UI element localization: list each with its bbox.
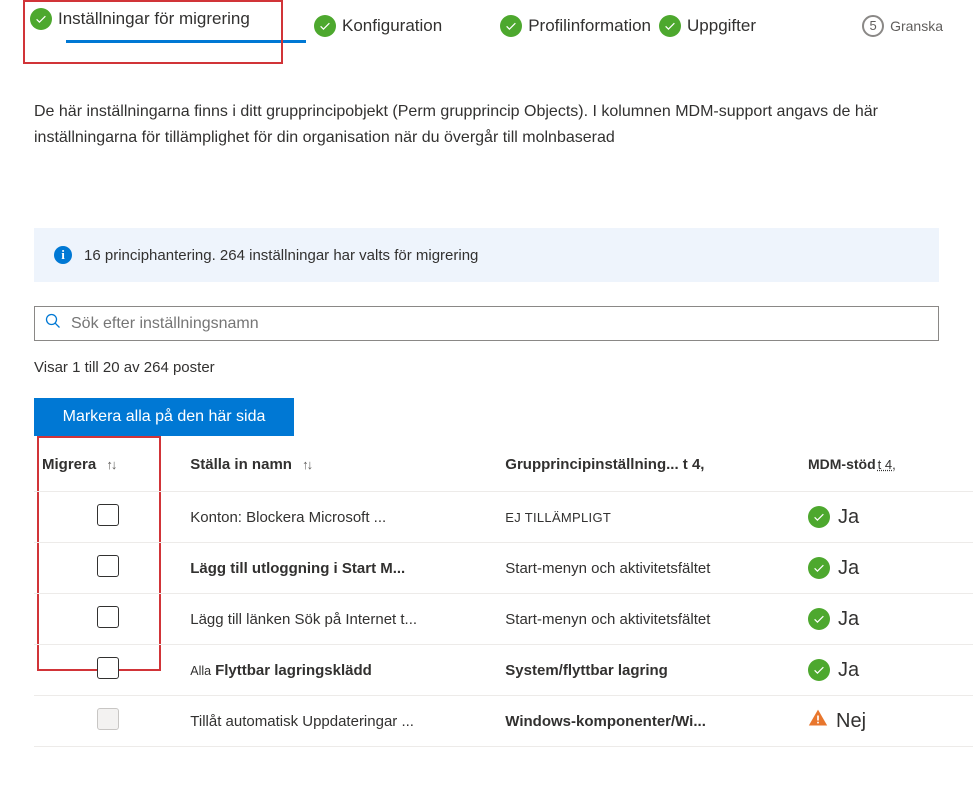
setting-name-cell[interactable]: Lägg till länken Sök på Internet t... [182,594,497,645]
name-prefix: Alla [190,664,211,678]
col-header-gp[interactable]: Grupprincipinställning... t 4, [497,444,800,492]
result-count: Visar 1 till 20 av 264 poster [34,359,939,376]
banner-text: principhantering. 264 inställningar har … [105,247,479,264]
migrate-checkbox [97,708,119,730]
wizard-steps: Inställningar för migrering Konfiguratio… [0,0,973,43]
select-all-button[interactable]: Markera alla på den här sida [34,398,294,436]
col-header-migrate[interactable]: Migrera ↑↓ [34,444,182,492]
migrate-checkbox[interactable] [97,504,119,526]
setting-name-cell[interactable]: Alla Flyttbar lagringsklädd [182,645,497,696]
banner-count: 16 [84,247,101,264]
search-input[interactable] [71,315,928,333]
gp-setting-cell: Start-menyn och aktivitetsfältet [497,594,800,645]
setting-name: Tillåt automatisk Uppdateringar ... [190,713,414,730]
migrate-checkbox[interactable] [97,555,119,577]
step-review[interactable]: 5 Granska [862,15,943,37]
check-icon [314,15,336,37]
mdm-value: Ja [838,608,859,631]
col-header-mdm[interactable]: MDM-stödt 4, [800,444,973,492]
mdm-support-cell: Ja [800,492,973,543]
setting-name: Lägg till utloggning i Start M... [190,560,405,577]
check-icon [808,557,830,579]
setting-name: Konton: Blockera Microsoft ... [190,509,386,526]
step-number-icon: 5 [862,15,884,37]
mdm-support-cell: Ja [800,645,973,696]
mdm-support-cell: Ja [800,543,973,594]
mdm-value: Nej [836,710,866,733]
check-icon [808,608,830,630]
step-label: Konfiguration [342,16,442,36]
table-row: Tillåt automatisk Uppdateringar ... Windo… [34,696,973,747]
search-box[interactable] [34,306,939,341]
check-icon [808,659,830,681]
search-icon [45,313,61,334]
mdm-support-cell: Nej [800,696,973,747]
mdm-value: Ja [838,506,859,529]
settings-table: Migrera ↑↓ Ställa in namn ↑↓ Grupprincip… [34,444,973,747]
setting-name-cell[interactable]: Lägg till utloggning i Start M... [182,543,497,594]
step-label: Inställningar för migrering [58,9,250,29]
sort-icon: ↑↓ [106,457,115,472]
table-row: Alla Flyttbar lagringsklädd System/flyttba… [34,645,973,696]
mdm-support-cell: Ja [800,594,973,645]
info-icon: i [54,246,72,264]
step-migration-settings[interactable]: Inställningar för migrering [30,8,306,30]
col-header-name[interactable]: Ställa in namn ↑↓ [182,444,497,492]
step-configuration[interactable]: Konfiguration [314,15,442,37]
check-icon [500,15,522,37]
step-label: Uppgifter [687,16,756,36]
setting-name-cell[interactable]: Tillåt automatisk Uppdateringar ... [182,696,497,747]
setting-name: Flyttbar lagringsklädd [215,662,372,679]
step-label: Granska [890,18,943,34]
check-icon [659,15,681,37]
step-underline [66,40,306,43]
table-row: Lägg till utloggning i Start M... Start-m… [34,543,973,594]
gp-setting-cell: Windows-komponenter/Wi... [497,696,800,747]
step-label: Profilinformation [528,16,651,36]
info-banner: i 16 principhantering. 264 inställningar… [34,228,939,282]
migrate-checkbox[interactable] [97,606,119,628]
page-description: De här inställningarna finns i ditt grup… [0,99,973,150]
table-row: Lägg till länken Sök på Internet t... Sta… [34,594,973,645]
check-icon [808,506,830,528]
setting-name-cell[interactable]: Konton: Blockera Microsoft ... [182,492,497,543]
setting-name: Lägg till länken Sök på Internet t... [190,611,417,628]
gp-setting-cell: EJ TILLÄMPLIGT [497,492,800,543]
warning-icon [808,708,828,734]
check-icon [30,8,52,30]
gp-setting-cell: Start-menyn och aktivitetsfältet [497,543,800,594]
step-assignments[interactable]: Uppgifter [659,15,756,37]
mdm-value: Ja [838,557,859,580]
gp-setting-cell: System/flyttbar lagring [497,645,800,696]
migrate-checkbox[interactable] [97,657,119,679]
step-profile-info[interactable]: Profilinformation [500,15,651,37]
mdm-value: Ja [838,659,859,682]
sort-icon: ↑↓ [302,457,311,472]
table-row: Konton: Blockera Microsoft ... EJ TILLÄMP… [34,492,973,543]
